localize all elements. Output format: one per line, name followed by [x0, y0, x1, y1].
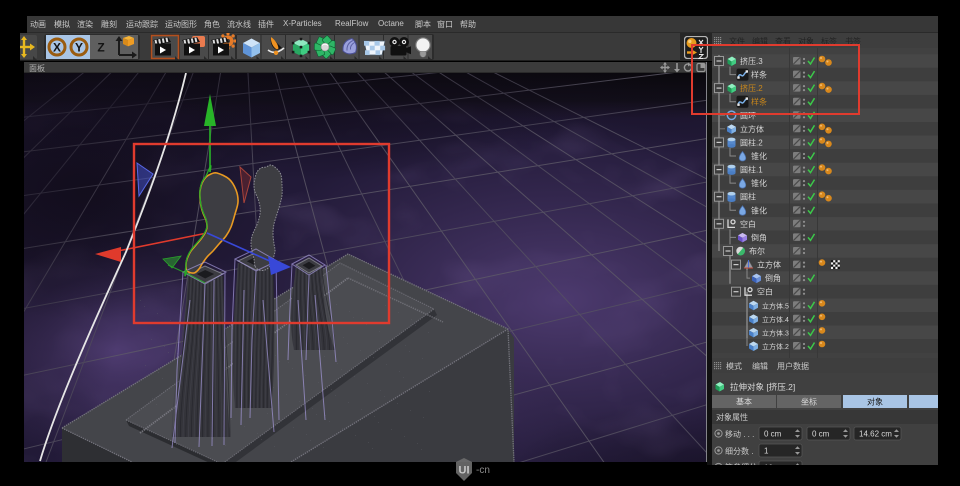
svg-text:立方体: 立方体	[757, 260, 781, 270]
svg-text:对象: 对象	[867, 397, 883, 407]
svg-text:锥化: 锥化	[751, 178, 767, 188]
svg-text:用户数据: 用户数据	[777, 361, 809, 371]
svg-text:锥化: 锥化	[751, 205, 767, 215]
svg-text:编辑: 编辑	[752, 361, 768, 371]
svg-text:空白: 空白	[757, 287, 773, 297]
svg-text:圆柱.1: 圆柱.1	[740, 165, 763, 175]
svg-text:圆柱: 圆柱	[740, 192, 756, 202]
svg-text:Y: Y	[75, 41, 83, 55]
svg-text:1: 1	[764, 447, 769, 456]
svg-text:Z: Z	[97, 41, 104, 55]
svg-text:X: X	[53, 41, 61, 55]
svg-text:-cn: -cn	[476, 465, 490, 476]
svg-text:UI: UI	[459, 465, 470, 477]
svg-text:立方体.2: 立方体.2	[762, 342, 789, 351]
svg-text:移动 . . .: 移动 . . .	[725, 429, 754, 439]
svg-text:立方体.5: 立方体.5	[762, 301, 789, 310]
svg-text:锥化: 锥化	[751, 151, 767, 161]
svg-text:细分数 .: 细分数 .	[725, 446, 753, 456]
svg-text:空白: 空白	[740, 219, 756, 229]
svg-text:立方体.4: 立方体.4	[762, 315, 789, 324]
svg-text:倒角: 倒角	[751, 232, 767, 242]
svg-text:坐标: 坐标	[801, 397, 817, 407]
svg-text:拉伸对象 [挤压.2]: 拉伸对象 [挤压.2]	[730, 382, 795, 392]
svg-text:基本: 基本	[736, 397, 752, 407]
svg-text:布尔: 布尔	[749, 246, 765, 256]
svg-text:0 cm: 0 cm	[812, 430, 830, 439]
svg-text:0 cm: 0 cm	[764, 430, 782, 439]
svg-text:圆柱.2: 圆柱.2	[740, 137, 763, 147]
svg-text:14.62 cm: 14.62 cm	[859, 430, 892, 439]
svg-text:对象属性: 对象属性	[716, 412, 748, 422]
svg-text:立方体: 立方体	[740, 124, 764, 134]
svg-text:立方体.3: 立方体.3	[762, 328, 789, 337]
svg-text:倒角: 倒角	[765, 273, 781, 283]
svg-text:模式: 模式	[726, 361, 742, 371]
